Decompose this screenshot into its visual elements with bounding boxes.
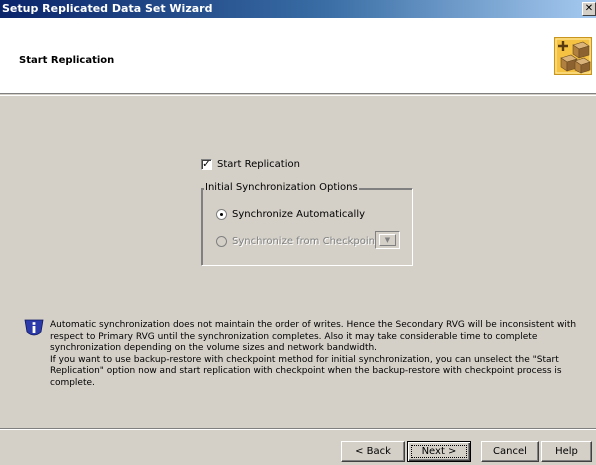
checkpoint-select[interactable]: ▼: [375, 231, 400, 249]
start-replication-label: Start Replication: [217, 158, 300, 170]
sync-automatically-option[interactable]: Synchronize Automatically: [216, 207, 365, 221]
sync-options-legend: Initial Synchronization Options: [204, 182, 359, 193]
next-button[interactable]: Next >: [407, 441, 471, 462]
sync-checkpoint-label: Synchronize from Checkpoint: [232, 235, 379, 247]
wizard-window: Setup Replicated Data Set Wizard ✕ Start…: [0, 0, 596, 465]
sync-checkpoint-option[interactable]: Synchronize from Checkpoint: [216, 234, 379, 248]
back-button-label: < Back: [355, 445, 391, 457]
sync-checkpoint-radio[interactable]: [216, 235, 227, 247]
sync-automatically-radio[interactable]: [216, 208, 227, 220]
title-bar[interactable]: Setup Replicated Data Set Wizard ✕: [0, 0, 596, 18]
start-replication-checkbox-row[interactable]: ✓ Start Replication: [201, 157, 300, 171]
help-button-label: Help: [555, 445, 578, 457]
close-button[interactable]: ✕: [582, 2, 596, 16]
start-replication-checkbox[interactable]: ✓: [201, 158, 212, 170]
wizard-boxes-icon: [554, 37, 592, 75]
wizard-header: Start Replication: [0, 18, 596, 94]
info-message: Automatic synchronization does not maint…: [50, 320, 577, 388]
next-button-label: Next >: [421, 445, 457, 457]
header-separator: [0, 95, 596, 96]
info-icon: [24, 319, 44, 336]
cancel-button-label: Cancel: [493, 445, 527, 457]
back-button[interactable]: < Back: [341, 441, 405, 462]
info-panel: Automatic synchronization does not maint…: [20, 317, 596, 409]
sync-automatically-label: Synchronize Automatically: [232, 208, 366, 220]
help-button[interactable]: Help: [541, 441, 592, 462]
cancel-button[interactable]: Cancel: [481, 441, 539, 462]
sync-options-group: Initial Synchronization Options: [201, 182, 413, 266]
chevron-down-icon[interactable]: ▼: [379, 234, 396, 246]
page-title: Start Replication: [19, 55, 115, 66]
window-title: Setup Replicated Data Set Wizard: [2, 2, 213, 15]
button-separator: [0, 428, 596, 430]
